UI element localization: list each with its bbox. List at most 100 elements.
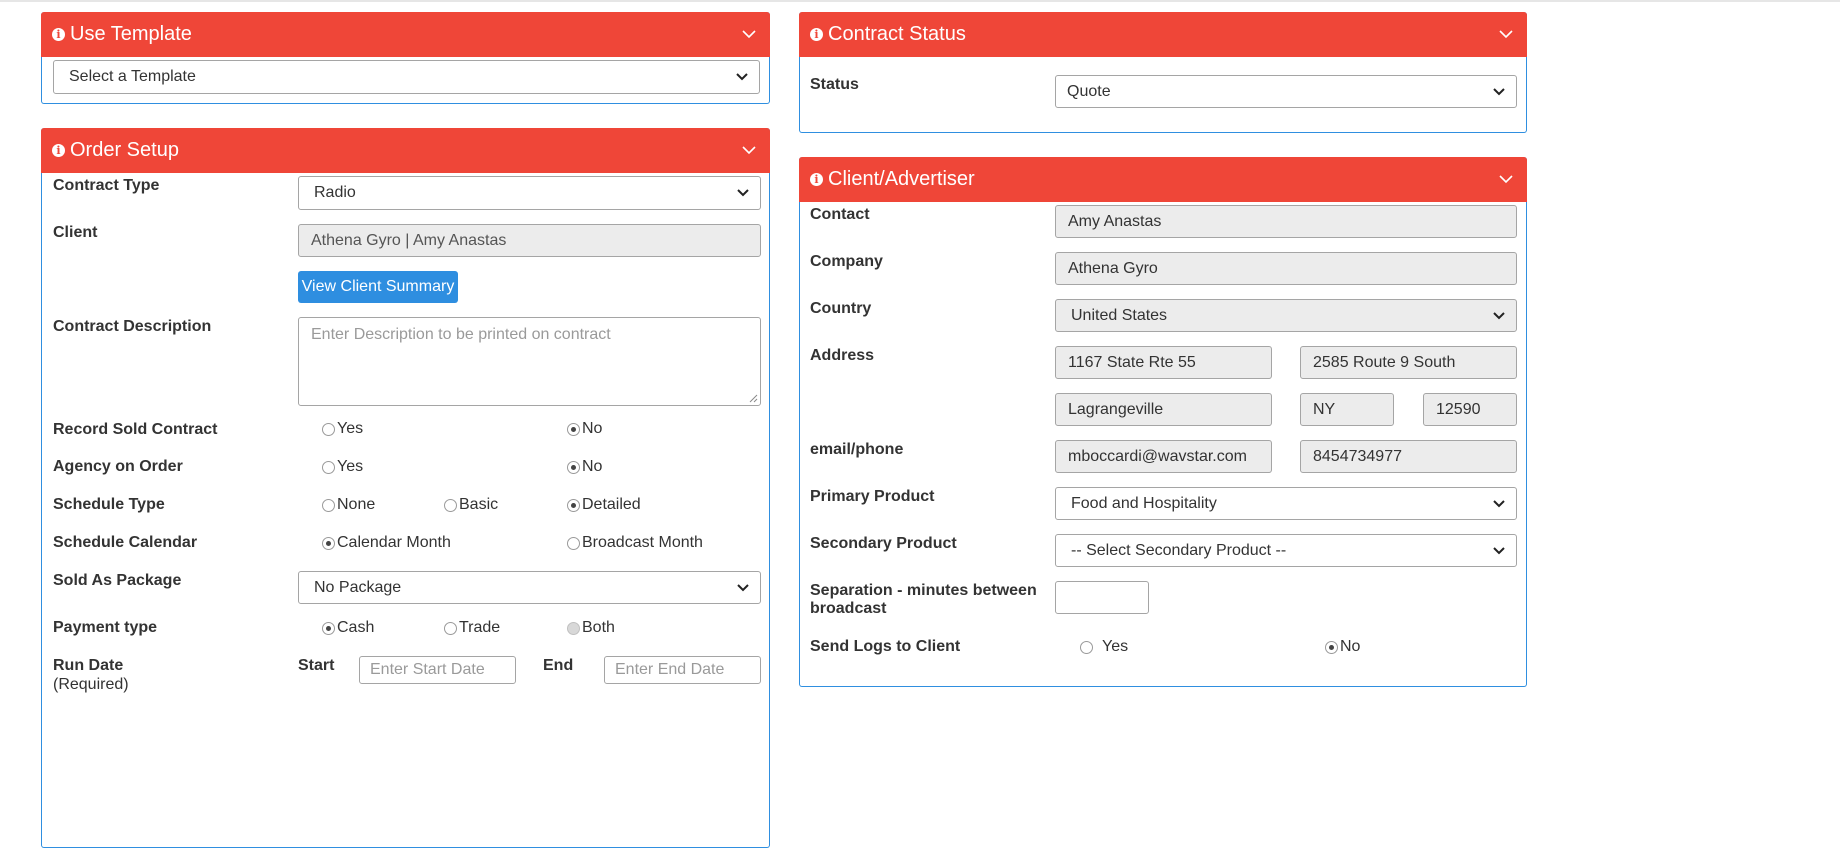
run-date-label: Run Date	[53, 657, 124, 674]
chevron-down-icon	[1493, 87, 1505, 95]
contract-status-header[interactable]: i Contract Status	[799, 12, 1527, 57]
agency-yes-radio[interactable]: Yes	[322, 458, 363, 476]
chevron-down-icon[interactable]	[740, 141, 758, 159]
radio-circle	[1080, 640, 1093, 654]
email-phone-label: email/phone	[810, 441, 904, 458]
client-advertiser-header[interactable]: i Client/Advertiser	[799, 157, 1527, 202]
run-date-required: (Required)	[53, 676, 129, 693]
zip-field[interactable]: 12590	[1423, 393, 1517, 426]
radio-circle	[322, 621, 335, 635]
phone-field[interactable]: 8454734977	[1300, 440, 1517, 473]
phone-value: 8454734977	[1313, 447, 1402, 465]
country-value: United States	[1071, 306, 1168, 324]
contract-description-placeholder: Enter Description to be printed on contr…	[311, 326, 611, 343]
payment-cash-radio[interactable]: Cash	[322, 619, 374, 637]
template-select[interactable]: Select a Template	[53, 60, 760, 94]
info-icon: i	[52, 28, 65, 41]
contact-field[interactable]: Amy Anastas	[1055, 205, 1517, 238]
secondary-product-value: -- Select Secondary Product --	[1071, 541, 1287, 559]
radio-circle	[567, 422, 580, 436]
separation-label-line2: broadcast	[810, 600, 887, 617]
radio-label: Yes	[1102, 638, 1129, 655]
primary-product-label: Primary Product	[810, 488, 935, 505]
radio-label: Both	[582, 619, 615, 636]
chevron-down-icon[interactable]	[740, 25, 758, 43]
radio-circle	[322, 422, 335, 436]
view-client-summary-button[interactable]: View Client Summary	[298, 271, 458, 303]
order-setup-panel: i Order Setup Contract Type Radio Client…	[41, 128, 770, 848]
separation-input[interactable]	[1055, 581, 1149, 614]
schedule-type-basic-radio[interactable]: Basic	[444, 496, 498, 514]
country-label: Country	[810, 300, 872, 317]
schedule-type-none-radio[interactable]: None	[322, 496, 375, 514]
company-value: Athena Gyro	[1068, 259, 1158, 277]
send-logs-no-radio[interactable]: No	[1325, 638, 1360, 656]
chevron-down-icon[interactable]	[1497, 25, 1515, 43]
radio-label: Yes	[337, 420, 364, 437]
resize-handle-icon[interactable]	[748, 393, 758, 403]
record-sold-yes-radio[interactable]: Yes	[322, 420, 363, 438]
primary-product-select[interactable]: Food and Hospitality	[1055, 487, 1517, 520]
separation-label-line1: Separation - minutes between	[810, 582, 1037, 599]
record-sold-contract-label: Record Sold Contract	[53, 421, 218, 438]
send-logs-yes-radio[interactable]: Yes	[1080, 638, 1128, 656]
status-label: Status	[810, 76, 859, 93]
radio-circle	[322, 536, 335, 550]
email-value: mboccardi@wavstar.com	[1068, 447, 1247, 465]
radio-label: Detailed	[582, 496, 641, 513]
primary-product-value: Food and Hospitality	[1071, 494, 1217, 512]
broadcast-month-radio[interactable]: Broadcast Month	[567, 534, 703, 552]
send-logs-label: Send Logs to Client	[810, 638, 961, 655]
radio-circle	[322, 498, 335, 512]
radio-circle	[322, 460, 335, 474]
radio-label: No	[582, 420, 603, 437]
radio-label: No	[582, 458, 603, 475]
secondary-product-select[interactable]: -- Select Secondary Product --	[1055, 534, 1517, 567]
chevron-down-icon	[1493, 546, 1505, 554]
agency-no-radio[interactable]: No	[567, 458, 602, 476]
address-line2-field[interactable]: 2585 Route 9 South	[1300, 346, 1517, 379]
schedule-type-detailed-radio[interactable]: Detailed	[567, 496, 641, 514]
contract-type-label: Contract Type	[53, 177, 160, 194]
sold-as-package-select[interactable]: No Package	[298, 571, 761, 604]
top-divider	[0, 0, 1840, 2]
chevron-down-icon	[737, 583, 749, 591]
use-template-header[interactable]: i Use Template	[41, 12, 770, 57]
chevron-down-icon	[1493, 499, 1505, 507]
radio-circle	[1325, 640, 1338, 654]
start-date-input[interactable]: Enter Start Date	[359, 656, 516, 684]
radio-circle	[567, 498, 580, 512]
info-icon: i	[810, 173, 823, 186]
contract-description-label: Contract Description	[53, 318, 212, 335]
radio-circle	[444, 498, 457, 512]
zip-value: 12590	[1436, 400, 1481, 418]
status-select[interactable]: Quote	[1055, 75, 1517, 108]
client-field[interactable]: Athena Gyro | Amy Anastas	[298, 224, 761, 257]
radio-label: Cash	[337, 619, 375, 636]
city-value: Lagrangeville	[1068, 400, 1164, 418]
contract-description-textarea[interactable]: Enter Description to be printed on contr…	[298, 317, 761, 406]
city-field[interactable]: Lagrangeville	[1055, 393, 1272, 426]
secondary-product-label: Secondary Product	[810, 535, 957, 552]
info-icon: i	[52, 144, 65, 157]
record-sold-no-radio[interactable]: No	[567, 420, 602, 438]
address-line1-field[interactable]: 1167 State Rte 55	[1055, 346, 1272, 379]
company-field[interactable]: Athena Gyro	[1055, 252, 1517, 285]
agency-on-order-label: Agency on Order	[53, 458, 183, 475]
chevron-down-icon[interactable]	[1497, 170, 1515, 188]
email-field[interactable]: mboccardi@wavstar.com	[1055, 440, 1272, 473]
radio-circle	[444, 621, 457, 635]
country-select[interactable]: United States	[1055, 299, 1517, 332]
client-advertiser-panel: i Client/Advertiser Contact Amy Anastas …	[799, 157, 1527, 687]
use-template-panel: i Use Template Select a Template	[41, 12, 770, 104]
order-setup-header[interactable]: i Order Setup	[41, 128, 770, 173]
payment-trade-radio[interactable]: Trade	[444, 619, 500, 637]
state-field[interactable]: NY	[1300, 393, 1394, 426]
client-field-value: Athena Gyro | Amy Anastas	[311, 231, 507, 249]
radio-circle	[567, 460, 580, 474]
contract-type-select[interactable]: Radio	[298, 176, 761, 210]
calendar-month-radio[interactable]: Calendar Month	[322, 534, 451, 552]
company-label: Company	[810, 253, 883, 270]
end-date-input[interactable]: Enter End Date	[604, 656, 761, 684]
address-label: Address	[810, 347, 875, 364]
